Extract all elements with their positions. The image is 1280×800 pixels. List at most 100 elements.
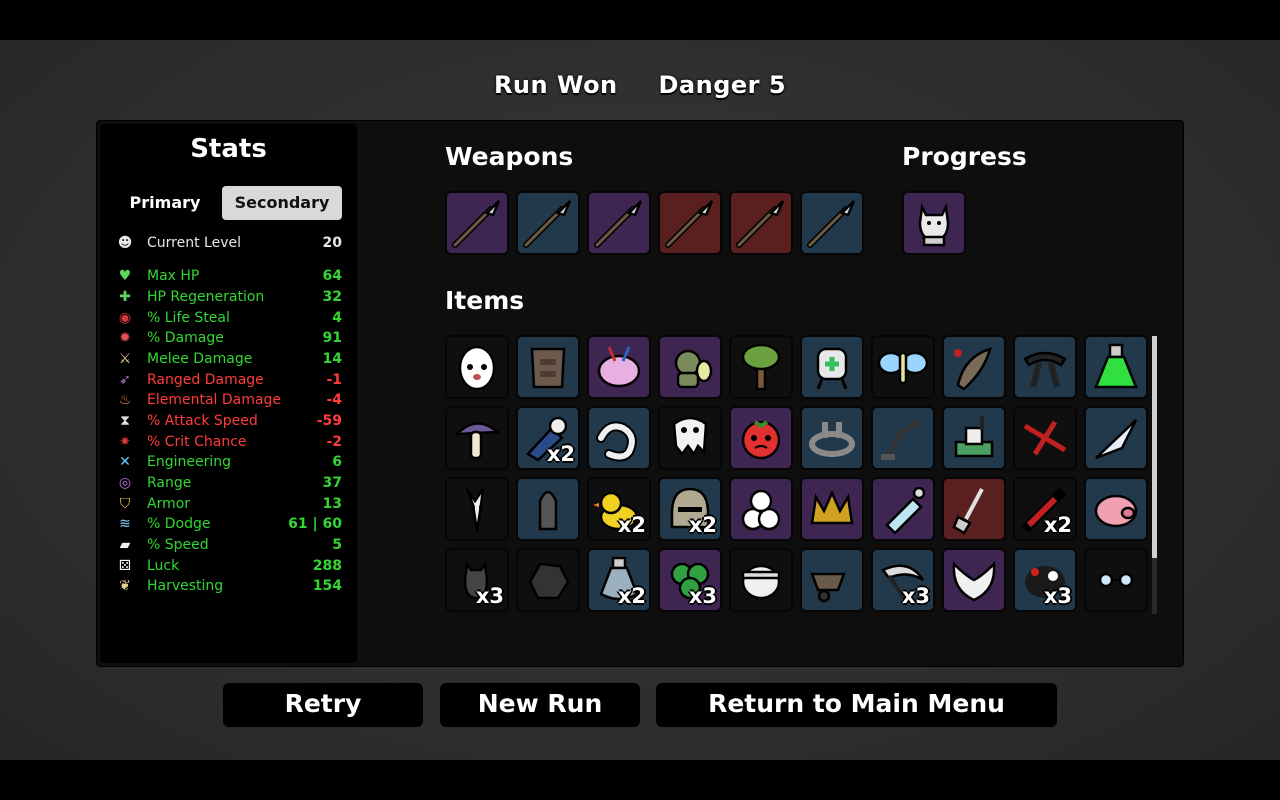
stat-row: ◉ % Life Steal 4 — [116, 308, 342, 328]
item-count-badge: x2 — [546, 442, 575, 466]
inventory-slot[interactable] — [1084, 548, 1148, 612]
inventory-slot[interactable] — [800, 406, 864, 470]
item-count-badge: x2 — [617, 513, 646, 537]
life-steal-icon: ◉ — [118, 310, 132, 326]
inventory-slot[interactable] — [800, 477, 864, 541]
wrench-icon: ✕ — [119, 454, 131, 470]
inventory-slot[interactable] — [902, 191, 966, 255]
stat-value: 288 — [312, 558, 342, 574]
stat-value: 61 | 60 — [288, 516, 342, 532]
inventory-slot[interactable] — [871, 406, 935, 470]
stat-row: ⚔ Melee Damage 14 — [116, 349, 342, 369]
stat-label: Armor — [147, 496, 191, 512]
stat-label: Elemental Damage — [147, 392, 281, 408]
stat-value: -59 — [316, 413, 342, 429]
hourglass-icon: ⧗ — [120, 413, 130, 429]
inventory-slot[interactable] — [445, 477, 509, 541]
stat-row: ⛉ Armor 13 — [116, 494, 342, 514]
inventory-slot[interactable]: x3 — [1013, 548, 1077, 612]
inventory-slot[interactable] — [587, 335, 651, 399]
inventory-slot[interactable] — [1013, 406, 1077, 470]
stat-label: Harvesting — [147, 578, 224, 594]
stat-label: Engineering — [147, 454, 231, 470]
stat-label: % Life Steal — [147, 310, 230, 326]
stat-row: ✹ % Damage 91 — [116, 328, 342, 348]
stat-label: Range — [147, 475, 192, 491]
inventory-slot[interactable] — [1084, 406, 1148, 470]
inventory-slot[interactable] — [516, 477, 580, 541]
inventory-slot[interactable] — [1084, 477, 1148, 541]
hp-regen-icon: ✚ — [119, 289, 131, 305]
item-count-badge: x2 — [1043, 513, 1072, 537]
inventory-slot[interactable] — [729, 335, 793, 399]
inventory-slot[interactable]: x2 — [658, 477, 722, 541]
stat-value: 154 — [312, 578, 342, 594]
inventory-slot[interactable] — [800, 191, 864, 255]
retry-button[interactable]: Retry — [223, 683, 423, 727]
inventory-slot[interactable] — [587, 191, 651, 255]
stat-label: Ranged Damage — [147, 372, 264, 388]
main-menu-button[interactable]: Return to Main Menu — [656, 683, 1057, 727]
stat-row: ⚄ Luck 288 — [116, 556, 342, 576]
inventory-slot[interactable]: x2 — [1013, 477, 1077, 541]
dodge-icon: ≋ — [119, 516, 131, 532]
inventory-slot[interactable] — [729, 477, 793, 541]
inventory-slot[interactable] — [445, 191, 509, 255]
stat-row: ◎ Range 37 — [116, 473, 342, 493]
inventory-slot[interactable]: x3 — [658, 548, 722, 612]
inventory-slot[interactable] — [516, 191, 580, 255]
dice-icon: ⚄ — [118, 558, 132, 574]
stat-row: ➶ Ranged Damage -1 — [116, 370, 342, 390]
weapons-title: Weapons — [445, 142, 574, 171]
inventory-slot[interactable] — [658, 191, 722, 255]
inventory-slot[interactable] — [658, 335, 722, 399]
inventory-slot[interactable]: x3 — [445, 548, 509, 612]
inventory-slot[interactable] — [871, 477, 935, 541]
inventory-slot[interactable] — [516, 335, 580, 399]
inventory-slot[interactable] — [942, 477, 1006, 541]
inventory-slot[interactable]: x3 — [871, 548, 935, 612]
stat-label: % Attack Speed — [147, 413, 258, 429]
inventory-slot[interactable] — [729, 406, 793, 470]
stat-row: ▰ % Speed 5 — [116, 535, 342, 555]
run-result-title: Run Won — [493, 71, 618, 99]
inventory-slot[interactable]: x2 — [516, 406, 580, 470]
inventory-slot[interactable] — [942, 548, 1006, 612]
tab-primary[interactable]: Primary — [120, 186, 210, 220]
inventory-slot[interactable] — [1013, 335, 1077, 399]
inventory-slot[interactable] — [587, 406, 651, 470]
flame-icon: ♨ — [118, 392, 132, 408]
inventory-slot[interactable] — [445, 335, 509, 399]
inventory-slot[interactable] — [1084, 335, 1148, 399]
progress-title: Progress — [902, 142, 1027, 171]
level-up-icon: ☻ — [117, 235, 133, 251]
inventory-slot[interactable] — [445, 406, 509, 470]
items-scrollbar-thumb[interactable] — [1152, 336, 1157, 558]
stat-value: 20 — [322, 235, 342, 251]
inventory-slot[interactable]: x2 — [587, 477, 651, 541]
inventory-slot[interactable] — [942, 335, 1006, 399]
stat-label: Melee Damage — [147, 351, 253, 367]
inventory-slot[interactable] — [942, 406, 1006, 470]
inventory-slot[interactable]: x2 — [587, 548, 651, 612]
tab-secondary[interactable]: Secondary — [222, 186, 342, 220]
stat-row-current-level: ☻ Current Level 20 — [116, 233, 342, 253]
stat-value: 37 — [322, 475, 342, 491]
stat-value: 14 — [322, 351, 342, 367]
inventory-slot[interactable] — [800, 548, 864, 612]
inventory-slot[interactable] — [871, 335, 935, 399]
wheat-icon: ❦ — [119, 578, 131, 594]
new-run-button[interactable]: New Run — [440, 683, 640, 727]
inventory-slot[interactable] — [729, 191, 793, 255]
stat-row: ❦ Harvesting 154 — [116, 576, 342, 596]
danger-level: Danger 5 — [658, 71, 787, 99]
stat-value: -1 — [326, 372, 342, 388]
items-scrollbar[interactable] — [1152, 336, 1157, 614]
inventory-slot[interactable] — [800, 335, 864, 399]
letterbox-top — [0, 0, 1280, 40]
item-count-badge: x2 — [617, 584, 646, 608]
stat-value: 4 — [332, 310, 342, 326]
inventory-slot[interactable] — [516, 548, 580, 612]
inventory-slot[interactable] — [658, 406, 722, 470]
inventory-slot[interactable] — [729, 548, 793, 612]
